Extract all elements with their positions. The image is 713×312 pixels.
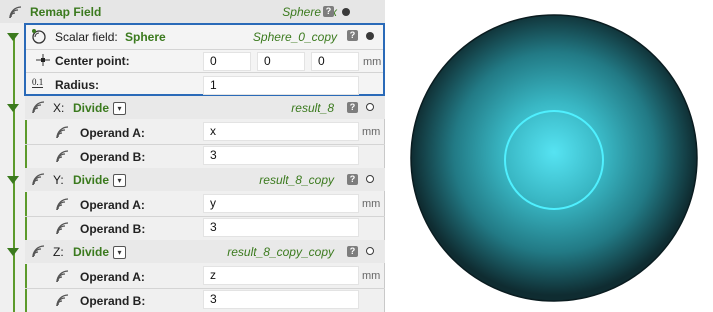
- operand-b-label: Operand B:: [80, 294, 146, 308]
- center-unit: mm: [363, 56, 382, 68]
- help-icon[interactable]: ?: [347, 102, 358, 113]
- operand-a-input[interactable]: x: [203, 122, 359, 141]
- output-dot-filled[interactable]: [342, 8, 350, 16]
- field-waves-icon: [56, 222, 69, 235]
- row-divider: [26, 72, 383, 73]
- result-name[interactable]: result_8: [291, 101, 334, 115]
- operand-a-label: Operand A:: [80, 198, 145, 212]
- y-divide-header[interactable]: Y: Divide ▾ result_8_copy ?: [25, 168, 385, 191]
- sphere-icon: [32, 29, 46, 44]
- operand-a-label: Operand A:: [80, 270, 145, 284]
- field-waves-icon: [56, 270, 69, 283]
- collapse-x-icon[interactable]: [7, 104, 19, 112]
- help-icon[interactable]: ?: [347, 246, 358, 257]
- collapse-z-icon[interactable]: [7, 248, 19, 256]
- chevron-down-icon[interactable]: ▾: [113, 174, 127, 188]
- output-dot-empty[interactable]: [366, 175, 374, 183]
- operation-name[interactable]: Divide ▾: [73, 245, 127, 260]
- field-waves-icon: [32, 101, 45, 114]
- operand-a-unit: mm: [362, 198, 381, 210]
- radius-icon: 0.1: [32, 77, 44, 88]
- scalar-field-section[interactable]: Scalar field: Sphere Sphere_0_copy ? Cen…: [24, 23, 385, 96]
- sphere-shape: [410, 14, 698, 302]
- operand-b-input[interactable]: 3: [203, 218, 359, 237]
- operand-b-input[interactable]: 3: [203, 146, 359, 165]
- remap-field-header[interactable]: Remap Field Sphere 3x ?: [0, 0, 385, 23]
- center-x-input[interactable]: 0: [203, 52, 251, 71]
- row-divider: [25, 216, 385, 217]
- output-dot-filled[interactable]: [366, 32, 374, 40]
- center-point-label: Center point:: [55, 54, 130, 68]
- sphere-preview[interactable]: [400, 0, 713, 312]
- operation-name[interactable]: Divide ▾: [73, 173, 127, 188]
- axis-label: Z:: [53, 245, 64, 259]
- chevron-down-icon[interactable]: ▾: [113, 102, 127, 116]
- z-divide-header[interactable]: Z: Divide ▾ result_8_copy_copy ?: [25, 240, 385, 263]
- operation-name-text: Divide: [73, 173, 110, 187]
- row-divider: [25, 144, 385, 145]
- result-name[interactable]: result_8_copy: [259, 173, 334, 187]
- axis-label: X:: [53, 101, 65, 115]
- center-z-input[interactable]: 0: [311, 52, 359, 71]
- operand-b-label: Operand B:: [80, 222, 146, 236]
- operand-a-unit: mm: [362, 126, 381, 138]
- help-icon[interactable]: ?: [323, 6, 334, 17]
- center-y-input[interactable]: 0: [257, 52, 305, 71]
- row-divider: [25, 288, 385, 289]
- field-waves-icon: [56, 150, 69, 163]
- field-waves-icon: [32, 173, 45, 186]
- collapse-scalar-icon[interactable]: [7, 33, 19, 41]
- scalar-field-type[interactable]: Sphere: [125, 30, 166, 44]
- operand-a-input[interactable]: z: [203, 266, 359, 285]
- operand-b-input[interactable]: 3: [203, 290, 359, 309]
- help-icon[interactable]: ?: [347, 30, 358, 41]
- field-waves-icon: [56, 294, 69, 307]
- tree-line: [13, 38, 15, 312]
- field-waves-icon: [32, 245, 45, 258]
- help-icon[interactable]: ?: [347, 174, 358, 185]
- operation-name[interactable]: Divide ▾: [73, 101, 127, 116]
- operand-a-input[interactable]: y: [203, 194, 359, 213]
- output-dot-empty[interactable]: [366, 247, 374, 255]
- field-waves-icon: [56, 126, 69, 139]
- operand-a-label: Operand A:: [80, 126, 145, 140]
- radius-label: Radius:: [55, 78, 100, 92]
- x-divide-header[interactable]: X: Divide ▾ result_8 ?: [25, 96, 385, 119]
- scalar-field-label: Scalar field:: [55, 30, 118, 44]
- row-divider: [26, 49, 383, 50]
- radius-input[interactable]: 1: [203, 76, 359, 95]
- operation-name-text: Divide: [73, 245, 110, 259]
- field-waves-icon: [9, 6, 22, 19]
- crosshair-icon: [36, 54, 50, 66]
- remap-field-title: Remap Field: [30, 5, 102, 19]
- chevron-down-icon[interactable]: ▾: [113, 246, 127, 260]
- operation-name-text: Divide: [73, 101, 110, 115]
- scalar-field-result[interactable]: Sphere_0_copy: [253, 30, 337, 44]
- field-waves-icon: [56, 198, 69, 211]
- properties-panel: Remap Field Sphere 3x ? Scalar field: Sp…: [0, 0, 385, 312]
- collapse-y-icon[interactable]: [7, 176, 19, 184]
- result-name[interactable]: result_8_copy_copy: [227, 245, 334, 259]
- operand-a-unit: mm: [362, 270, 381, 282]
- axis-label: Y:: [53, 173, 64, 187]
- output-dot-empty[interactable]: [366, 103, 374, 111]
- operand-b-label: Operand B:: [80, 150, 146, 164]
